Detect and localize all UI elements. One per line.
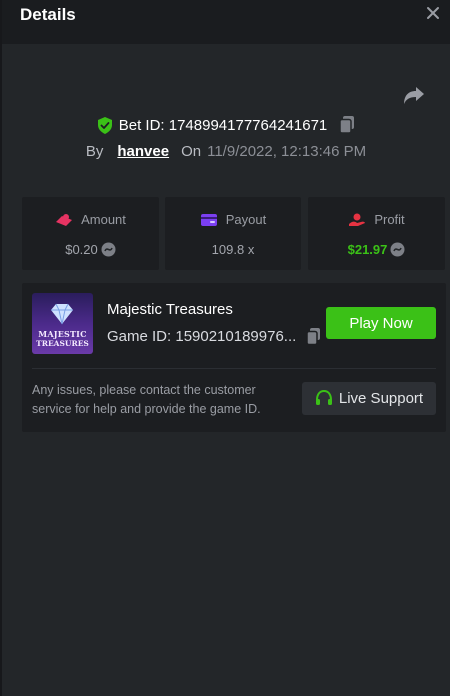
coin-icon: [390, 242, 405, 257]
coin-icon: [101, 242, 116, 257]
stat-value: 109.8 x: [211, 242, 255, 257]
live-support-label: Live Support: [338, 390, 424, 407]
share-icon[interactable]: [402, 84, 426, 106]
profit-icon: [349, 213, 366, 226]
details-header: Details: [2, 0, 450, 44]
close-icon[interactable]: [422, 2, 444, 24]
support-message: Any issues, please contact the customer …: [32, 383, 261, 416]
bet-meta-row: By hanvee On 11/9/2022, 12:13:46 PM: [2, 143, 450, 160]
username-link[interactable]: hanvee: [117, 143, 169, 160]
live-support-button[interactable]: Live Support: [302, 382, 436, 415]
stat-value: $0.20: [65, 242, 98, 257]
bet-timestamp: 11/9/2022, 12:13:46 PM: [207, 143, 367, 160]
panel-title: Details: [20, 5, 76, 24]
stat-profit: Profit $21.97: [308, 197, 445, 270]
stat-label: Amount: [81, 212, 126, 227]
game-name: Majestic Treasures: [107, 301, 233, 318]
thumbnail-title-line1: MAJESTIC: [38, 329, 87, 339]
bet-id-text: Bet ID: 1748994177764241671: [118, 116, 328, 134]
payout-icon: [200, 213, 217, 226]
stat-label: Payout: [225, 212, 267, 227]
game-id-row: Game ID: 1590210189976...: [107, 328, 321, 345]
stat-payout: Payout 109.8 x: [165, 197, 301, 270]
stat-amount: Amount $0.20: [22, 197, 159, 270]
stat-label: Profit: [374, 212, 405, 227]
amount-icon: [56, 213, 73, 226]
game-id-text: Game ID: 1590210189976...: [107, 328, 297, 345]
copy-bet-id-icon[interactable]: [339, 116, 355, 134]
by-label: By: [85, 143, 104, 160]
bet-id-row: Bet ID: 1748994177764241671: [2, 116, 450, 134]
on-label: On: [181, 143, 202, 160]
play-now-button[interactable]: Play Now: [326, 307, 436, 339]
copy-game-id-icon[interactable]: [306, 328, 321, 345]
thumbnail-title-line2: TREASURES: [36, 339, 89, 348]
details-panel: Details Bet ID: 1748994177764241671 By h…: [2, 0, 450, 696]
stat-value: $21.97: [347, 242, 388, 257]
verified-shield-icon: [97, 116, 112, 134]
treasure-gem-icon: [51, 303, 73, 325]
game-card: MAJESTIC TREASURES Majestic Treasures Ga…: [22, 283, 446, 432]
divider: [32, 368, 436, 369]
headset-icon: [315, 390, 332, 405]
game-thumbnail[interactable]: MAJESTIC TREASURES: [32, 293, 93, 354]
